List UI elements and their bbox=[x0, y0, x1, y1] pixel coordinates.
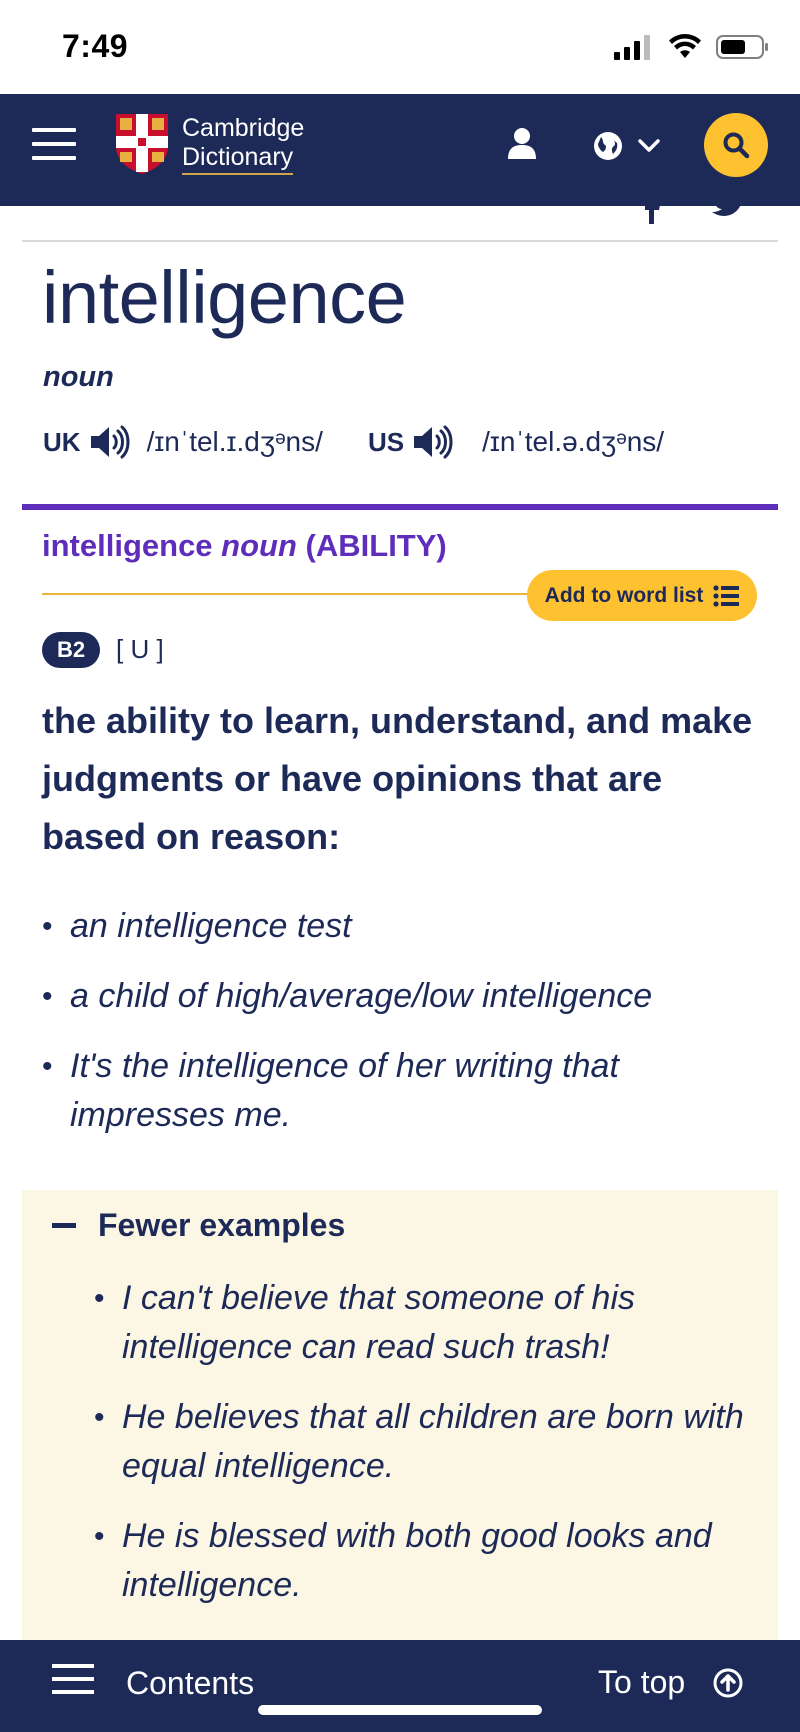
twitter-icon[interactable] bbox=[712, 200, 744, 224]
status-time: 7:49 bbox=[62, 28, 129, 64]
status-icons bbox=[614, 34, 770, 60]
cefr-level-badge[interactable]: B2 bbox=[42, 632, 100, 668]
example-item: It's the intelligence of her writing tha… bbox=[40, 1042, 760, 1140]
globe-icon bbox=[594, 132, 622, 160]
guideword-underline bbox=[42, 593, 532, 595]
battery-icon bbox=[716, 35, 768, 59]
fewer-examples-label: Fewer examples bbox=[98, 1207, 346, 1243]
definition: the ability to learn, understand, and ma… bbox=[42, 700, 753, 857]
cambridge-shield-logo bbox=[116, 114, 168, 174]
example-item: a child of high/average/low intelligence bbox=[40, 972, 760, 1021]
cambridge-dictionary-logo[interactable]: Cambridge Dictionary bbox=[114, 112, 304, 176]
pronunciation-uk: UK /ɪnˈtel.ɪ.dʒᵊns/ bbox=[43, 424, 323, 460]
contents-button[interactable]: Contents bbox=[52, 1664, 254, 1703]
fewer-examples-toggle[interactable]: Fewer examples bbox=[52, 1207, 345, 1244]
more-example-item: He is blessed with both good looks and i… bbox=[92, 1512, 752, 1610]
us-label: US bbox=[368, 426, 405, 457]
search-button[interactable] bbox=[704, 113, 768, 177]
uk-audio-speaker-icon[interactable] bbox=[89, 424, 131, 460]
to-top-button[interactable]: To top bbox=[598, 1664, 743, 1701]
to-top-label: To top bbox=[598, 1664, 686, 1700]
search-icon bbox=[723, 132, 750, 159]
divider bbox=[22, 240, 778, 242]
guideword-heading: intelligence noun (ABILITY) bbox=[42, 528, 447, 564]
logo-line1: Cambridge bbox=[182, 113, 305, 142]
pronunciation-us: US /ɪnˈtel.ə.dʒᵊns/ bbox=[368, 424, 664, 460]
us-audio-speaker-icon[interactable] bbox=[412, 424, 454, 460]
guideword-pos: noun bbox=[221, 528, 297, 563]
grammar-code: [ U ] bbox=[116, 634, 164, 664]
facebook-icon[interactable] bbox=[642, 200, 662, 224]
signal-icon bbox=[614, 35, 650, 60]
sense-divider bbox=[22, 504, 778, 510]
uk-ipa: /ɪnˈtel.ɪ.dʒᵊns/ bbox=[146, 426, 323, 457]
logo-line2: Dictionary bbox=[182, 143, 294, 175]
language-selector[interactable] bbox=[592, 130, 660, 162]
headword: intelligence bbox=[42, 256, 407, 339]
more-example-item: I can't believe that someone of his inte… bbox=[92, 1274, 752, 1372]
example-item: an intelligence test bbox=[40, 902, 760, 951]
example-list: an intelligence test a child of high/ave… bbox=[40, 902, 760, 1161]
wifi-icon bbox=[669, 34, 701, 58]
more-examples-list: I can't believe that someone of his inte… bbox=[92, 1274, 752, 1631]
uk-label: UK bbox=[43, 426, 81, 457]
home-indicator[interactable] bbox=[258, 1705, 542, 1715]
guideword-word: intelligence bbox=[42, 528, 213, 563]
part-of-speech: noun bbox=[43, 361, 114, 393]
list-icon bbox=[713, 584, 740, 607]
contents-label: Contents bbox=[126, 1665, 255, 1701]
add-to-word-list-label: Add to word list bbox=[544, 583, 704, 607]
chevron-down-icon bbox=[638, 139, 660, 152]
minus-icon bbox=[52, 1223, 76, 1228]
guideword-label: (ABILITY) bbox=[305, 528, 447, 563]
add-to-word-list-button[interactable]: Add to word list bbox=[527, 570, 757, 621]
menu-icon[interactable] bbox=[32, 128, 76, 164]
user-icon[interactable] bbox=[506, 126, 538, 165]
us-ipa: /ɪnˈtel.ə.dʒᵊns/ bbox=[482, 426, 665, 457]
contents-menu-icon bbox=[52, 1664, 94, 1703]
arrow-up-circle-icon bbox=[713, 1668, 743, 1697]
more-example-item: He believes that all children are born w… bbox=[92, 1393, 752, 1491]
